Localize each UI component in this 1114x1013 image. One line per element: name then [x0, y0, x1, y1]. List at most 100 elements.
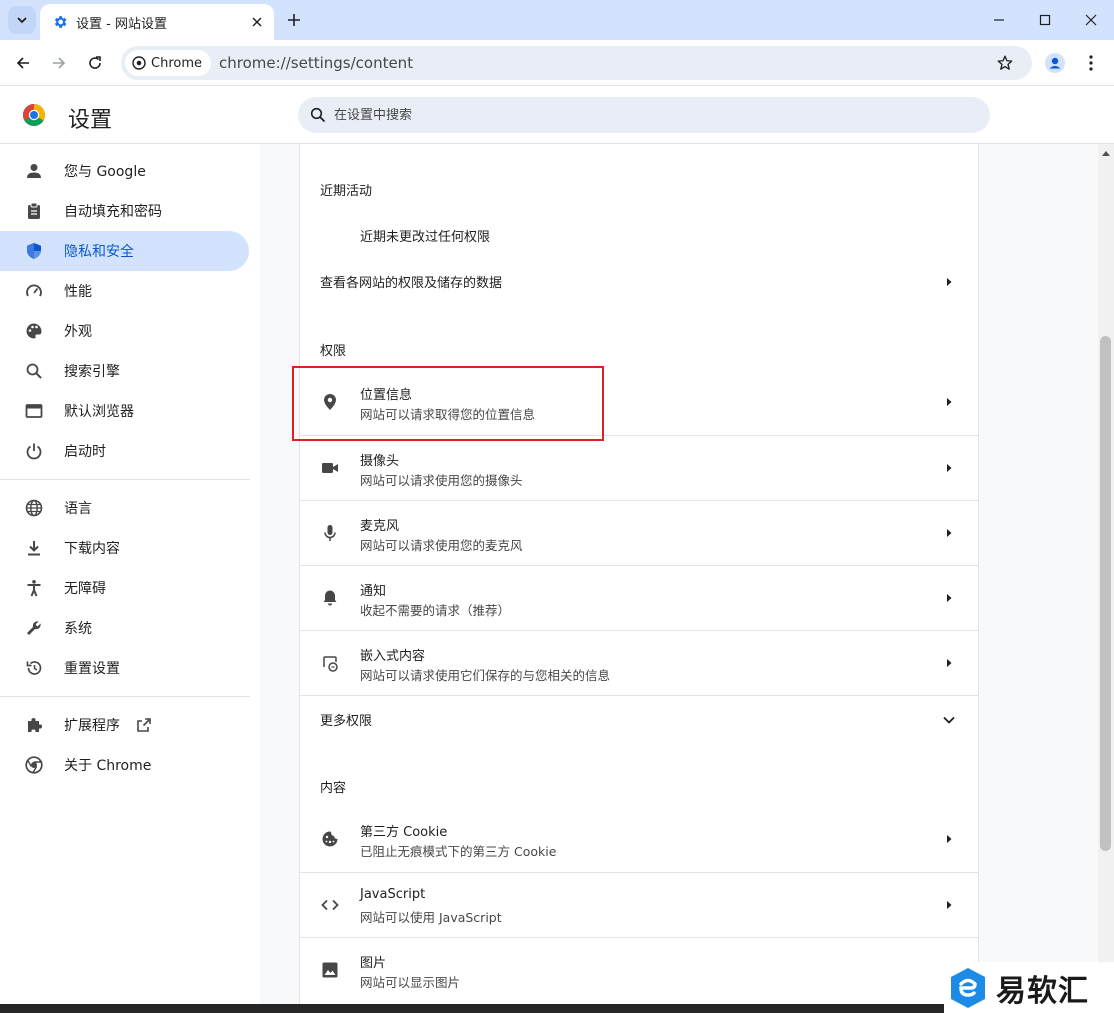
content-row-third-party-cookies[interactable]: 第三方 Cookie 已阻止无痕模式下的第三方 Cookie — [300, 807, 978, 872]
site-info-chip[interactable]: Chrome — [125, 50, 211, 76]
content-row-javascript[interactable]: JavaScript 网站可以使用 JavaScript — [300, 872, 978, 937]
recent-empty-text: 近期未更改过任何权限 — [360, 230, 491, 245]
sidebar-item-on-startup[interactable]: 启动时 — [0, 431, 249, 471]
sidebar-item-label: 重置设置 — [64, 661, 120, 677]
sidebar-item-label: 系统 — [64, 621, 92, 637]
settings-search-input[interactable] — [334, 107, 934, 123]
sidebar-item-default-browser[interactable]: 默认浏览器 — [0, 391, 249, 431]
menu-button[interactable] — [1076, 48, 1106, 78]
page-scrollbar[interactable] — [1098, 144, 1114, 1004]
close-icon — [1085, 14, 1097, 26]
highlight-box — [292, 366, 604, 441]
chrome-icon — [24, 755, 44, 775]
browser-icon — [24, 401, 44, 421]
permission-row-camera[interactable]: 摄像头 网站可以请求使用您的摄像头 — [300, 435, 978, 500]
reload-button[interactable] — [80, 48, 110, 78]
arrow-right-icon — [942, 898, 956, 912]
sidebar-item-label: 无障碍 — [64, 581, 106, 597]
close-window-button[interactable] — [1068, 0, 1114, 40]
arrow-right-icon — [53, 57, 66, 69]
content-title: 图片 — [360, 956, 387, 971]
sidebar-item-label: 自动填充和密码 — [64, 204, 162, 220]
address-bar[interactable]: Chrome chrome://settings/content — [121, 46, 1032, 80]
arrow-left-icon — [16, 57, 29, 69]
sidebar-item-label: 性能 — [64, 284, 92, 300]
arrow-right-icon — [942, 591, 956, 605]
permission-subtitle: 网站可以请求使用它们保存的与您相关的信息 — [360, 668, 611, 683]
site-settings-card: 近期活动 近期未更改过任何权限 查看各网站的权限及储存的数据 权限 位置信息 网… — [299, 144, 979, 1004]
maximize-button[interactable] — [1022, 0, 1068, 40]
view-all-site-data-row[interactable]: 查看各网站的权限及储存的数据 — [300, 258, 978, 306]
globe-icon — [24, 498, 44, 518]
code-icon — [320, 895, 340, 915]
minimize-icon — [994, 19, 1004, 21]
sidebar-item-privacy[interactable]: 隐私和安全 — [0, 231, 249, 271]
scroll-up-icon[interactable] — [1101, 148, 1111, 158]
permission-row-embedded-content[interactable]: 嵌入式内容 网站可以请求使用它们保存的与您相关的信息 — [300, 630, 978, 695]
sidebar-item-performance[interactable]: 性能 — [0, 271, 249, 311]
sidebar-item-search-engine[interactable]: 搜索引擎 — [0, 351, 249, 391]
settings-search[interactable] — [298, 97, 990, 133]
url-text[interactable]: chrome://settings/content — [219, 54, 990, 72]
sidebar-item-accessibility[interactable]: 无障碍 — [0, 568, 249, 608]
content-title: 第三方 Cookie — [360, 825, 448, 840]
tab-search-button[interactable] — [8, 6, 36, 34]
permission-title: 麦克风 — [360, 519, 400, 534]
scrollbar-thumb[interactable] — [1100, 336, 1111, 851]
sidebar-item-appearance[interactable]: 外观 — [0, 311, 249, 351]
sidebar-item-system[interactable]: 系统 — [0, 608, 249, 648]
tab-title: 设置 - 网站设置 — [76, 16, 167, 32]
sidebar-item-you-and-google[interactable]: 您与 Google — [0, 151, 249, 191]
power-icon — [24, 441, 44, 461]
chrome-logo-icon — [23, 104, 45, 126]
reload-icon — [89, 56, 101, 69]
permission-subtitle: 网站可以请求使用您的麦克风 — [360, 538, 523, 553]
forward-button[interactable] — [44, 48, 74, 78]
permission-title: 通知 — [360, 584, 387, 599]
permission-row-notifications[interactable]: 通知 收起不需要的请求（推荐） — [300, 565, 978, 630]
sidebar-divider — [0, 696, 250, 697]
chip-label: Chrome — [151, 55, 202, 71]
sidebar: 您与 Google 自动填充和密码 隐私和安全 性能 外观 搜索引擎 默认浏览器… — [0, 144, 260, 1004]
wrench-icon — [24, 618, 44, 638]
minimize-button[interactable] — [976, 0, 1022, 40]
sidebar-item-downloads[interactable]: 下载内容 — [0, 528, 249, 568]
content-row-images[interactable]: 图片 网站可以显示图片 — [300, 937, 978, 1002]
close-tab-icon[interactable] — [248, 13, 266, 31]
cookie-icon — [320, 829, 340, 849]
more-permissions-label: 更多权限 — [320, 714, 373, 729]
sidebar-item-about-chrome[interactable]: 关于 Chrome — [0, 745, 249, 785]
more-vert-icon — [1089, 55, 1093, 71]
speedometer-icon — [24, 281, 44, 301]
active-tab[interactable]: 设置 - 网站设置 — [40, 4, 274, 40]
new-tab-button[interactable] — [282, 8, 306, 32]
section-title-recent: 近期活动 — [320, 184, 373, 199]
sidebar-item-label: 启动时 — [64, 444, 106, 460]
bookmark-star-button[interactable] — [990, 48, 1020, 78]
puzzle-icon — [24, 715, 44, 735]
palette-icon — [24, 321, 44, 341]
profile-button[interactable] — [1040, 48, 1070, 78]
sidebar-item-label: 外观 — [64, 324, 92, 340]
more-permissions-row[interactable]: 更多权限 — [300, 695, 978, 743]
back-button[interactable] — [8, 48, 38, 78]
camera-icon — [320, 458, 340, 478]
search-icon — [24, 361, 44, 381]
sidebar-item-languages[interactable]: 语言 — [0, 488, 249, 528]
section-title-permissions: 权限 — [320, 344, 347, 359]
sidebar-item-autofill[interactable]: 自动填充和密码 — [0, 191, 249, 231]
sidebar-item-label: 下载内容 — [64, 541, 120, 557]
chevron-down-icon — [942, 713, 956, 727]
section-title-content: 内容 — [320, 781, 347, 796]
chevron-down-icon — [17, 17, 27, 24]
star-icon — [997, 55, 1013, 70]
sidebar-item-reset[interactable]: 重置设置 — [0, 648, 249, 688]
watermark-text: 易软汇 — [996, 973, 1089, 1009]
arrow-right-icon — [942, 395, 956, 409]
image-icon — [320, 960, 340, 980]
permission-subtitle: 收起不需要的请求（推荐） — [360, 603, 511, 618]
permission-row-microphone[interactable]: 麦克风 网站可以请求使用您的麦克风 — [300, 500, 978, 565]
person-icon — [24, 161, 44, 181]
sidebar-item-extensions[interactable]: 扩展程序 — [0, 705, 249, 745]
permission-title: 摄像头 — [360, 454, 400, 469]
